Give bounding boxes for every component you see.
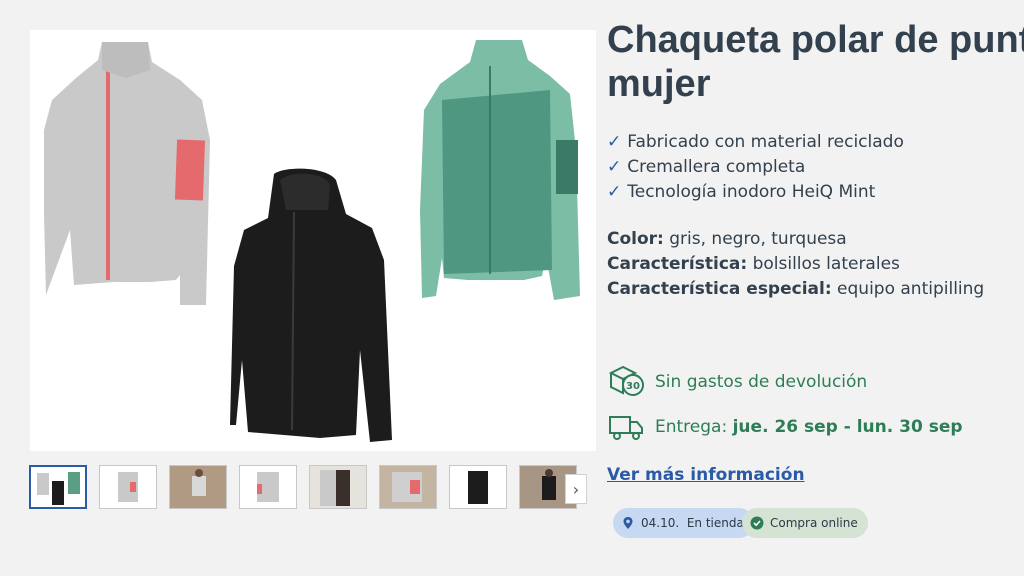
spec-label: Característica especial: xyxy=(607,279,832,299)
checkmark-icon: ✓ xyxy=(607,132,622,152)
thumbnail-grey-jacket-back[interactable] xyxy=(239,465,297,509)
thumbnail-next-button[interactable]: › xyxy=(565,474,587,504)
more-info-link[interactable]: Ver más información xyxy=(607,465,805,485)
product-specs: Color: gris, negro, turquesa Característ… xyxy=(607,227,984,302)
spec-value: bolsillos laterales xyxy=(752,254,900,274)
location-pin-icon xyxy=(623,517,633,529)
spec-label: Característica: xyxy=(607,254,748,274)
in-store-badge[interactable]: 04.10. En tienda xyxy=(613,508,754,538)
spec-value: equipo antipilling xyxy=(837,279,985,299)
delivery-label: Entrega: xyxy=(655,417,728,437)
store-label: En tienda xyxy=(686,516,744,530)
thumbnail-black-jacket[interactable] xyxy=(449,465,507,509)
main-product-image[interactable] xyxy=(30,30,596,451)
return-box-30-icon: 30 xyxy=(608,365,644,396)
feature-list: ✓ Fabricado con material reciclado ✓ Crema… xyxy=(607,130,904,205)
feature-item: ✓ Fabricado con material reciclado xyxy=(607,130,904,155)
free-returns-text: Sin gastos de devolución xyxy=(655,372,868,392)
feature-item: ✓ Cremallera completa xyxy=(607,155,904,180)
spec-color: Color: gris, negro, turquesa xyxy=(607,227,984,252)
thumbnail-detail-photo-image xyxy=(310,466,366,508)
delivery-dates: jue. 26 sep - lun. 30 sep xyxy=(732,417,963,437)
product-title: Chaqueta polar de punto mujer xyxy=(607,19,1024,105)
thumbnail-all-colors[interactable] xyxy=(29,465,87,509)
feature-text: Fabricado con material reciclado xyxy=(627,132,904,152)
thumbnail-sleeve-detail-image xyxy=(380,466,436,508)
free-returns-info: 30 Sin gastos de devolución xyxy=(607,363,867,401)
chevron-right-icon: › xyxy=(572,479,580,499)
checkmark-icon: ✓ xyxy=(607,182,622,202)
black-jacket xyxy=(230,168,392,442)
feature-item: ✓ Tecnología inodoro HeiQ Mint xyxy=(607,180,904,205)
feature-text: Cremallera completa xyxy=(627,157,806,177)
checkmark-icon: ✓ xyxy=(607,157,622,177)
thumbnail-strip xyxy=(29,465,595,511)
thumbnail-grey-jacket[interactable] xyxy=(99,465,157,509)
jackets-illustration xyxy=(44,40,580,442)
thumbnail-model-photo-1-image xyxy=(170,466,226,508)
spec-feature: Característica: bolsillos laterales xyxy=(607,252,984,277)
turquoise-jacket xyxy=(420,40,580,300)
thumbnail-sleeve-detail[interactable] xyxy=(379,465,437,509)
delivery-info: Entrega: jue. 26 sep - lun. 30 sep xyxy=(607,408,963,446)
online-label: Compra online xyxy=(770,516,858,530)
delivery-truck-icon xyxy=(609,416,643,440)
spec-label: Color: xyxy=(607,229,664,249)
thumbnail-black-jacket-image xyxy=(468,471,488,504)
thumbnail-model-photo-1[interactable] xyxy=(169,465,227,509)
thumbnail-grey-jacket-back-image xyxy=(257,472,279,502)
grey-jacket xyxy=(44,42,210,305)
thumbnail-all-colors-image xyxy=(37,472,80,505)
feature-text: Tecnología inodoro HeiQ Mint xyxy=(627,182,876,202)
spec-value: gris, negro, turquesa xyxy=(669,229,847,249)
svg-text:30: 30 xyxy=(626,381,640,392)
store-date: 04.10. xyxy=(641,516,680,530)
spec-special-feature: Característica especial: equipo antipill… xyxy=(607,277,984,302)
thumbnail-detail-photo[interactable] xyxy=(309,465,367,509)
check-circle-icon xyxy=(750,516,764,530)
online-purchase-badge[interactable]: Compra online xyxy=(742,508,868,538)
thumbnail-grey-jacket-image xyxy=(118,472,138,502)
